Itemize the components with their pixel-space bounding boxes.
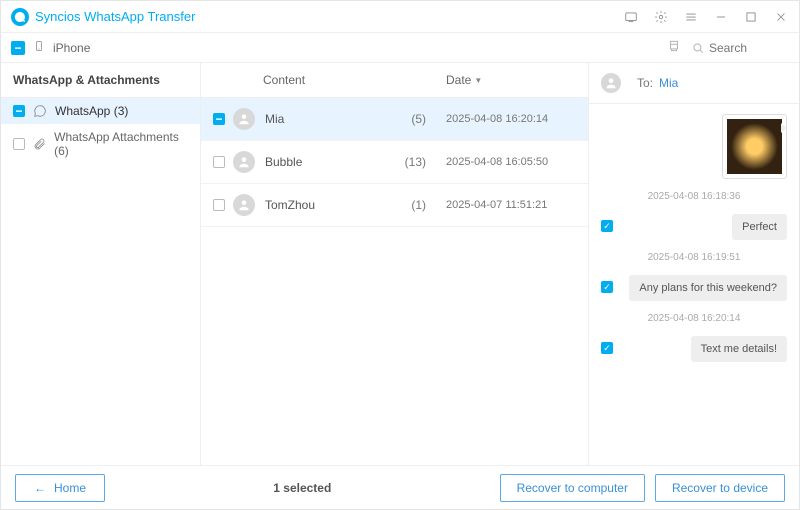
message-image[interactable] xyxy=(722,114,787,179)
conversation-list: Content Date▼ Mia (5) 2025-04-08 16:20:1… xyxy=(201,63,589,465)
checkbox[interactable] xyxy=(213,156,225,168)
footer: ← Home 1 selected Recover to computer Re… xyxy=(1,465,799,509)
recover-to-device-button[interactable]: Recover to device xyxy=(655,474,785,502)
conversation-row[interactable]: Mia (5) 2025-04-08 16:20:14 xyxy=(201,98,588,141)
sidebar: WhatsApp & Attachments WhatsApp (3) What… xyxy=(1,63,201,465)
checkbox[interactable] xyxy=(213,199,225,211)
sidebar-item-label: WhatsApp (3) xyxy=(55,104,128,118)
attachment-icon xyxy=(33,137,46,151)
message-bubble[interactable]: Perfect xyxy=(732,214,787,240)
search-input[interactable] xyxy=(709,41,789,55)
message-checkbox[interactable] xyxy=(601,281,613,293)
print-icon[interactable] xyxy=(667,39,681,56)
sort-desc-icon: ▼ xyxy=(474,76,482,85)
message-bubble[interactable]: Text me details! xyxy=(691,336,787,362)
message-count: (1) xyxy=(411,198,426,212)
maximize-icon[interactable] xyxy=(743,9,759,25)
minimize-icon[interactable] xyxy=(713,9,729,25)
message-time: 2025-04-08 16:20:14 xyxy=(601,313,787,324)
app-logo xyxy=(11,8,29,26)
app-title: Syncios WhatsApp Transfer xyxy=(35,9,195,24)
checkbox[interactable] xyxy=(213,113,225,125)
whatsapp-icon xyxy=(33,104,47,118)
column-content[interactable]: Content xyxy=(263,73,446,87)
message-checkbox[interactable] xyxy=(601,220,613,232)
avatar-icon xyxy=(233,108,255,130)
recover-to-computer-button[interactable]: Recover to computer xyxy=(500,474,645,502)
message-time: 2025-04-08 16:18:36 xyxy=(601,191,787,202)
message-checkbox[interactable] xyxy=(601,342,613,354)
titlebar: Syncios WhatsApp Transfer xyxy=(1,1,799,33)
contact-name: TomZhou xyxy=(265,198,411,212)
back-arrow-icon: ← xyxy=(34,481,46,495)
contact-name: Bubble xyxy=(265,155,405,169)
avatar-icon xyxy=(601,73,621,93)
to-name: Mia xyxy=(659,76,678,90)
device-collapse-toggle[interactable]: − xyxy=(11,41,25,55)
settings-icon[interactable] xyxy=(653,9,669,25)
home-button[interactable]: ← Home xyxy=(15,474,105,502)
avatar-icon xyxy=(233,151,255,173)
message-time: 2025-04-08 16:19:51 xyxy=(601,252,787,263)
to-label: To: xyxy=(637,76,653,90)
message-panel: To: Mia 2025-04-08 16:18:36 Perfect 2025… xyxy=(589,63,799,465)
sidebar-item-attachments[interactable]: WhatsApp Attachments (6) xyxy=(1,124,200,164)
column-date[interactable]: Date▼ xyxy=(446,73,576,87)
checkbox[interactable] xyxy=(13,105,25,117)
sidebar-item-label: WhatsApp Attachments (6) xyxy=(54,130,188,158)
search-icon xyxy=(691,41,705,55)
message-count: (5) xyxy=(411,112,426,126)
device-bar: − iPhone xyxy=(1,33,799,63)
feedback-icon[interactable] xyxy=(623,9,639,25)
menu-icon[interactable] xyxy=(683,9,699,25)
phone-icon xyxy=(33,39,45,56)
checkbox[interactable] xyxy=(13,138,25,150)
contact-name: Mia xyxy=(265,112,411,126)
search-box[interactable] xyxy=(691,41,789,55)
avatar-icon xyxy=(233,194,255,216)
selection-status: 1 selected xyxy=(115,481,490,495)
close-icon[interactable] xyxy=(773,9,789,25)
last-date: 2025-04-08 16:20:14 xyxy=(446,113,576,125)
conversation-row[interactable]: TomZhou (1) 2025-04-07 11:51:21 xyxy=(201,184,588,227)
last-date: 2025-04-07 11:51:21 xyxy=(446,199,576,211)
sidebar-item-whatsapp[interactable]: WhatsApp (3) xyxy=(1,98,200,124)
last-date: 2025-04-08 16:05:50 xyxy=(446,156,576,168)
message-count: (13) xyxy=(405,155,426,169)
sidebar-header: WhatsApp & Attachments xyxy=(1,63,200,98)
device-name: iPhone xyxy=(53,41,90,55)
message-bubble[interactable]: Any plans for this weekend? xyxy=(629,275,787,301)
conversation-row[interactable]: Bubble (13) 2025-04-08 16:05:50 xyxy=(201,141,588,184)
